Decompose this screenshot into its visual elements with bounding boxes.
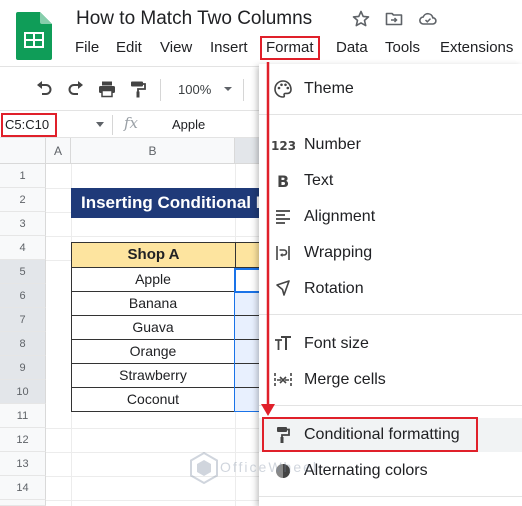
menu-file[interactable]: File <box>68 36 106 60</box>
number-123-icon: 123 <box>271 139 295 153</box>
menu-item-label: Text <box>304 172 334 189</box>
menu-data[interactable]: Data <box>329 36 375 60</box>
star-icon[interactable] <box>351 9 371 29</box>
menu-item-label: Merge cells <box>304 371 386 388</box>
row-header[interactable]: 5 <box>0 260 46 284</box>
menu-item-alternating-colors[interactable]: Alternating colors <box>259 454 522 488</box>
selected-cell[interactable] <box>235 388 261 412</box>
palette-icon <box>274 80 292 98</box>
zoom-value[interactable]: 100% <box>178 82 211 97</box>
text-rotation-icon <box>276 280 290 296</box>
row-header[interactable]: 14 <box>0 476 46 500</box>
menu-item-label: Alignment <box>304 208 376 225</box>
toolbar-divider <box>160 79 161 101</box>
alternating-colors-icon <box>276 464 290 478</box>
column-header-c[interactable] <box>235 138 261 164</box>
menu-extensions[interactable]: Extensions <box>433 36 520 60</box>
menu-item-label: Number <box>304 136 361 153</box>
table-header-cell[interactable] <box>235 242 261 268</box>
menu-item-label: Theme <box>304 80 354 97</box>
menu-divider <box>259 114 522 115</box>
menu-item-label: Alternating colors <box>304 462 428 479</box>
document-title[interactable]: How to Match Two Columns <box>76 8 312 30</box>
menu-edit[interactable]: Edit <box>109 36 149 60</box>
menu-format[interactable]: Format <box>260 36 320 60</box>
table-header-shop-a[interactable]: Shop A <box>71 242 236 268</box>
menu-item-text[interactable]: B Text <box>259 164 522 198</box>
menu-divider <box>259 314 522 315</box>
menu-divider <box>259 405 522 406</box>
row-header[interactable]: 10 <box>0 380 46 404</box>
table-cell[interactable]: Strawberry <box>71 364 235 388</box>
fx-icon: fx <box>124 114 139 132</box>
selected-cell[interactable] <box>235 364 261 388</box>
zoom-dropdown-icon[interactable] <box>218 79 238 99</box>
text-wrap-icon <box>276 246 290 260</box>
format-dropdown-menu: Theme 123 Number B Text Alignment Wrappi… <box>259 64 522 506</box>
google-sheets-logo[interactable] <box>16 12 52 60</box>
formula-input[interactable]: Apple <box>172 117 205 132</box>
row-header[interactable]: 7 <box>0 308 46 332</box>
menu-item-label: Font size <box>304 335 369 352</box>
row-header[interactable]: 3 <box>0 212 46 236</box>
menu-item-label: Conditional formatting <box>304 426 460 443</box>
selected-cell[interactable] <box>235 340 261 364</box>
column-header-a[interactable]: A <box>46 138 71 164</box>
menu-tools[interactable]: Tools <box>378 36 427 60</box>
name-box-dropdown-icon[interactable] <box>96 122 104 127</box>
move-to-folder-icon[interactable] <box>384 9 404 29</box>
menu-item-merge-cells[interactable]: Merge cells <box>259 363 522 397</box>
font-size-icon <box>275 336 291 350</box>
menu-insert[interactable]: Insert <box>203 36 255 60</box>
undo-icon[interactable] <box>34 79 54 99</box>
menu-view[interactable]: View <box>153 36 199 60</box>
svg-text:123: 123 <box>271 139 295 153</box>
row-header[interactable]: 9 <box>0 356 46 380</box>
align-left-icon <box>276 210 290 224</box>
print-icon[interactable] <box>97 79 117 99</box>
row-header[interactable]: 15 <box>0 500 46 506</box>
table-cell[interactable]: Guava <box>71 316 235 340</box>
menu-item-label: Rotation <box>304 280 364 297</box>
table-cell[interactable]: Apple <box>71 268 235 292</box>
row-header[interactable]: 13 <box>0 452 46 476</box>
bold-icon: B <box>277 172 289 191</box>
menu-item-label: Wrapping <box>304 244 373 261</box>
table-cell[interactable]: Banana <box>71 292 235 316</box>
selected-cell[interactable] <box>235 292 261 316</box>
cloud-saved-icon[interactable] <box>418 9 438 29</box>
row-header[interactable]: 11 <box>0 404 46 428</box>
menu-item-rotation[interactable]: Rotation <box>259 272 522 306</box>
paint-format-icon[interactable] <box>128 79 148 99</box>
merge-cells-icon <box>274 373 292 387</box>
menu-item-conditional-formatting[interactable]: Conditional formatting <box>259 418 522 452</box>
sheet-heading-banner[interactable]: Inserting Conditional Formatting <box>71 188 261 218</box>
menu-item-font-size[interactable]: Font size <box>259 327 522 361</box>
paint-roller-icon <box>277 427 290 443</box>
selected-cell[interactable] <box>235 316 261 340</box>
row-header[interactable]: 1 <box>0 164 46 188</box>
select-all-corner[interactable] <box>0 138 46 164</box>
table-cell[interactable]: Coconut <box>71 388 235 412</box>
column-header-b[interactable]: B <box>71 138 235 164</box>
menu-divider <box>259 496 522 497</box>
row-header[interactable]: 8 <box>0 332 46 356</box>
formula-divider <box>112 115 113 135</box>
row-header[interactable]: 2 <box>0 188 46 212</box>
menu-item-theme[interactable]: Theme <box>259 72 522 106</box>
row-header[interactable]: 6 <box>0 284 46 308</box>
svg-text:B: B <box>277 172 289 191</box>
menu-item-alignment[interactable]: Alignment <box>259 200 522 234</box>
row-header[interactable]: 12 <box>0 428 46 452</box>
menu-item-number[interactable]: 123 Number <box>259 128 522 162</box>
redo-icon[interactable] <box>66 79 86 99</box>
menu-item-wrapping[interactable]: Wrapping <box>259 236 522 270</box>
table-cell[interactable]: Orange <box>71 340 235 364</box>
name-box[interactable]: C5:C10 <box>1 113 57 137</box>
toolbar-divider <box>243 79 244 101</box>
row-header[interactable]: 4 <box>0 236 46 260</box>
selected-cell[interactable] <box>235 268 261 292</box>
